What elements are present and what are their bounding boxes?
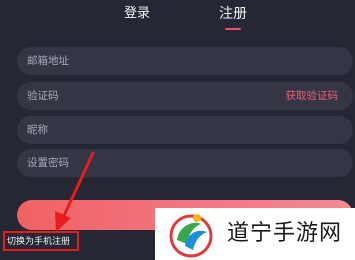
- watermark-logo-icon: [169, 214, 213, 258]
- watermark: 道宁手游网: [155, 208, 355, 260]
- watermark-text: 道宁手游网: [227, 221, 343, 246]
